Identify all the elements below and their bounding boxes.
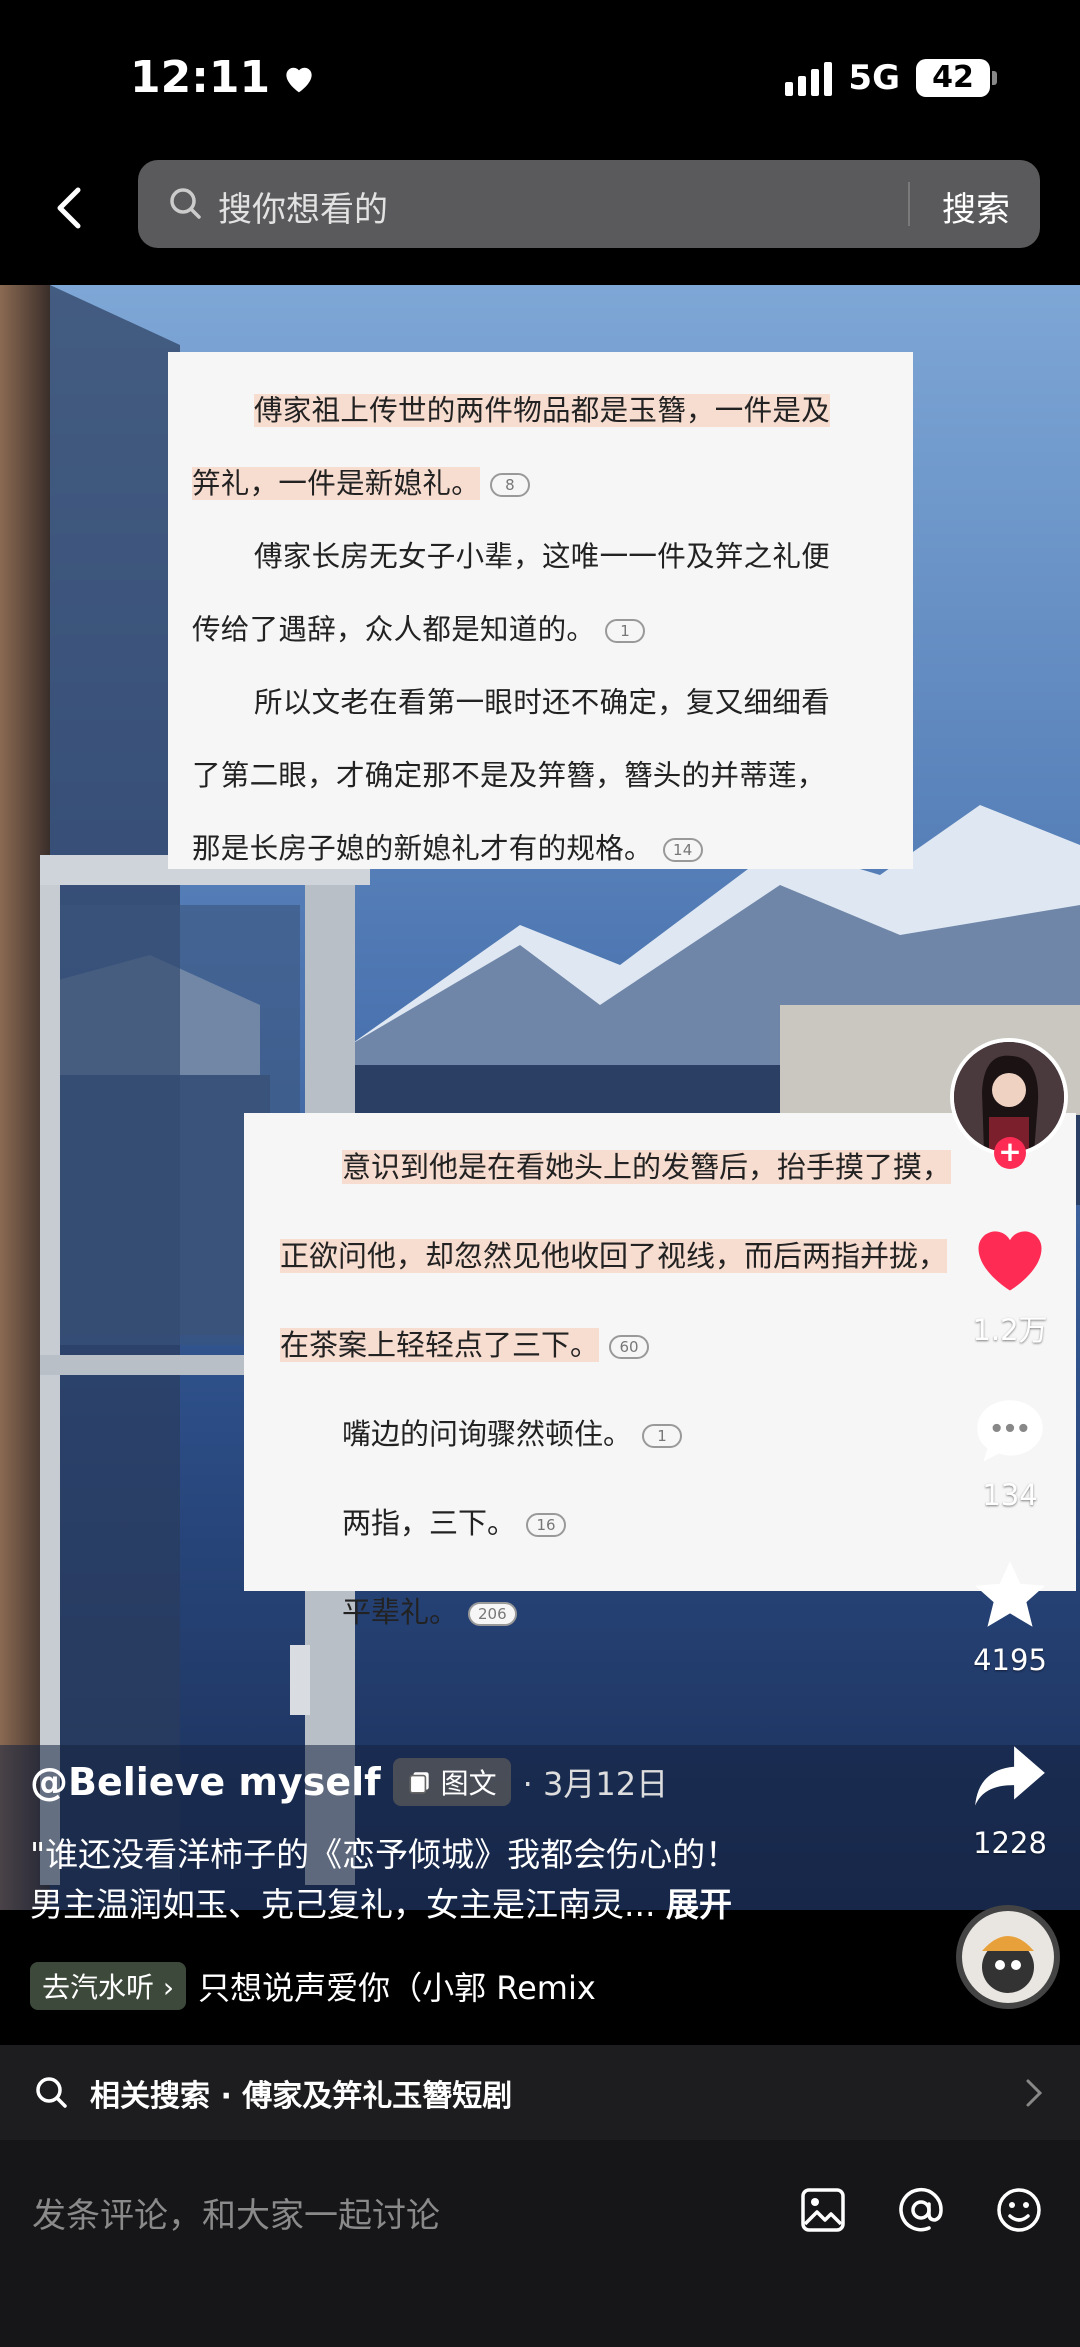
search-icon <box>36 2076 67 2108</box>
chevron-right-icon <box>1026 2079 1043 2107</box>
favorite-button[interactable]: 4195 <box>955 1555 1065 1677</box>
comment-bubble-icon[interactable]: 14 <box>662 838 703 862</box>
comment-count: 134 <box>982 1478 1038 1512</box>
post-type-tag: 图文 <box>392 1758 511 1806</box>
comment-input-bar[interactable]: 发条评论，和大家一起讨论 <box>0 2140 1080 2347</box>
post-date: · 3月12日 <box>522 1765 669 1803</box>
text-card-top: 傅家祖上传世的两件物品都是玉簪，一件是及 笄礼，一件是新媳礼。 8 傅家长房无女子… <box>168 352 913 869</box>
network-type: 5G <box>848 58 900 98</box>
search-bar[interactable]: 搜你想看的 搜索 <box>138 160 1040 248</box>
battery-icon: 42 <box>916 59 997 97</box>
related-search-text: 相关搜索 · 傅家及笄礼玉簪短剧 <box>90 2078 513 2114</box>
author-name[interactable]: @Believe myself <box>30 1760 381 1804</box>
comment-bubble-icon[interactable]: 1 <box>642 1424 683 1448</box>
music-row[interactable]: 去汽水听 › 只想说声爱你（小郭 Remix <box>30 1962 638 2010</box>
post-description: "谁还没看洋柿子的《恋予倾城》我都会伤心的！ 男主温润如玉、克己复礼，女主是江南… <box>30 1835 739 1924</box>
heart-icon <box>978 1231 1042 1291</box>
share-button[interactable]: 1228 <box>955 1738 1065 1860</box>
status-time: 12:11 <box>130 52 318 103</box>
status-bar: 12:11 5G 42 <box>0 0 1080 150</box>
like-button[interactable]: 1.2万 <box>955 1217 1065 1349</box>
post-media[interactable]: 傅家祖上传世的两件物品都是玉簪，一件是及 笄礼，一件是新媳礼。 8 傅家长房无女子… <box>0 285 1080 1910</box>
comment-bubble-icon[interactable]: 206 <box>468 1602 517 1626</box>
back-arrow-icon[interactable] <box>40 178 100 238</box>
heart-status-icon <box>286 67 312 92</box>
expand-link[interactable]: 展开 <box>666 1885 732 1924</box>
search-divider <box>908 182 910 226</box>
like-count: 1.2万 <box>972 1313 1048 1347</box>
app-screen: { "status_bar": {"time": "12:11", "netwo… <box>0 0 1080 2347</box>
star-icon <box>975 1561 1045 1627</box>
comment-bubble-icon[interactable]: 8 <box>490 473 531 497</box>
search-button[interactable]: 搜索 <box>942 182 1010 231</box>
search-placeholder: 搜你想看的 <box>218 190 388 230</box>
search-icon <box>170 188 201 219</box>
open-music-app-button[interactable]: 去汽水听 › <box>30 1962 187 2010</box>
share-count: 1228 <box>973 1826 1047 1860</box>
comment-input[interactable]: 发条评论，和大家一起讨论 <box>32 2188 440 2237</box>
image-icon[interactable] <box>797 2184 849 2236</box>
mention-icon[interactable] <box>895 2184 947 2236</box>
favorite-count: 4195 <box>973 1643 1047 1677</box>
comment-icon <box>977 1400 1043 1462</box>
emoji-icon[interactable] <box>993 2184 1045 2236</box>
comment-bubble-icon[interactable]: 1 <box>605 619 646 643</box>
comment-bubble-icon[interactable]: 16 <box>526 1513 567 1537</box>
top-bar: 搜你想看的 搜索 <box>0 150 1080 270</box>
image-text-icon <box>409 1772 429 1794</box>
post-caption: @Believe myself 图文 · 3月12日 "谁还没看洋柿子的《恋予倾… <box>30 1752 930 1930</box>
comment-bubble-icon[interactable]: 60 <box>609 1335 650 1359</box>
signal-icon <box>785 60 833 96</box>
music-disc-icon[interactable] <box>956 1905 1060 2009</box>
music-title: 只想说声爱你（小郭 Remix <box>198 1969 596 2007</box>
comment-button[interactable]: 134 <box>955 1390 1065 1512</box>
status-right: 5G 42 <box>785 58 997 98</box>
related-search-bar[interactable]: 相关搜索 · 傅家及笄礼玉簪短剧 <box>0 2045 1080 2140</box>
follow-plus-icon[interactable]: + <box>994 1137 1026 1169</box>
text-card-bottom: 意识到他是在看她头上的发簪后，抬手摸了摸， 正欲问他，却忽然见他收回了视线，而后… <box>244 1113 1076 1629</box>
share-arrow-icon <box>975 1746 1045 1806</box>
